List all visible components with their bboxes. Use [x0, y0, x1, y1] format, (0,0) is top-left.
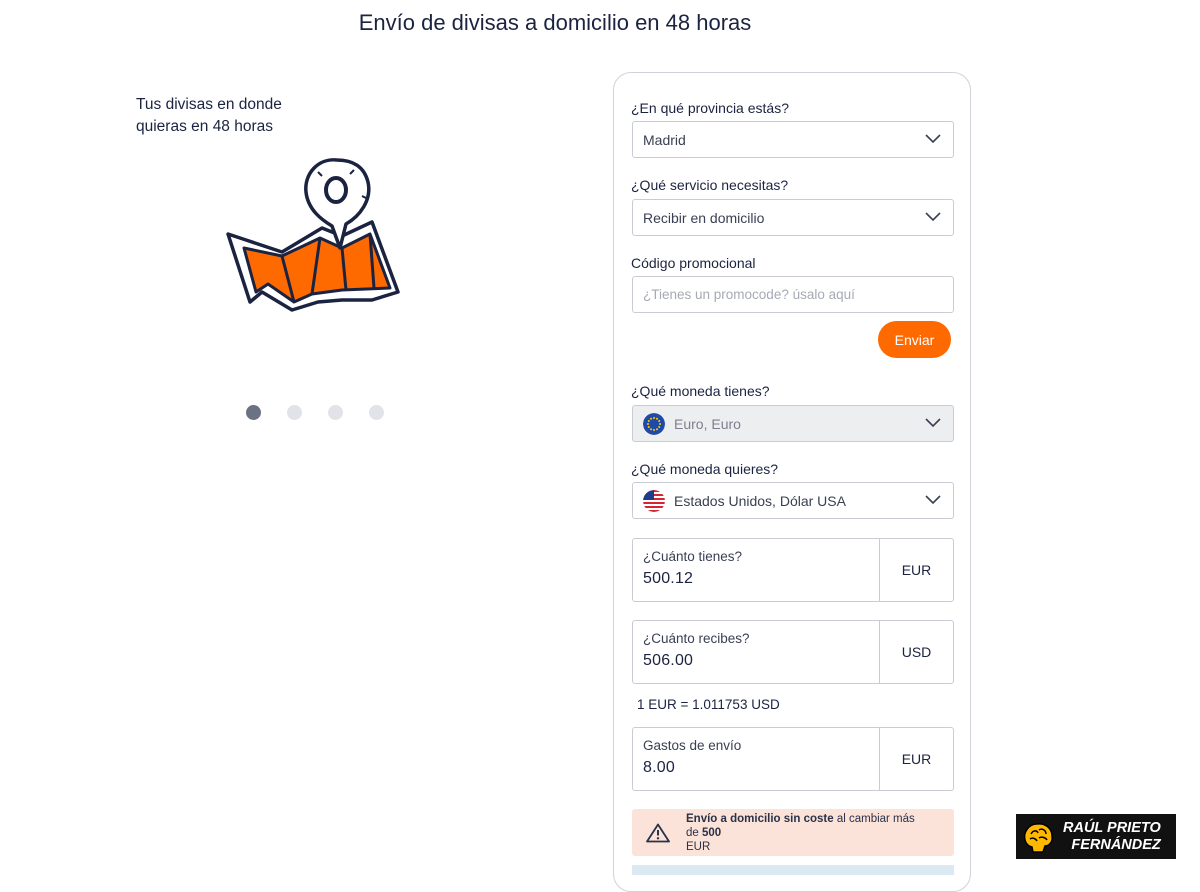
info-strip — [632, 865, 954, 875]
promo-line-1: Tus divisas en donde — [136, 96, 282, 113]
chevron-down-icon — [925, 212, 941, 222]
province-select[interactable]: Madrid — [632, 121, 954, 158]
receive-amount-label: ¿Cuánto recibes? — [643, 631, 750, 646]
receive-amount-currency: USD — [879, 621, 953, 683]
have-currency-value: Euro, Euro — [674, 415, 741, 432]
want-currency-select[interactable]: Estados Unidos, Dólar USA — [632, 482, 954, 519]
have-currency-select[interactable]: Euro, Euro — [632, 405, 954, 442]
warning-icon — [646, 823, 670, 842]
service-select[interactable]: Recibir en domicilio — [632, 199, 954, 236]
promo-text: Tus divisas en donde quieras en 48 horas — [136, 94, 336, 138]
have-currency-label: ¿Qué moneda tienes? — [631, 383, 770, 399]
shipping-currency: EUR — [879, 728, 953, 790]
carousel-dot[interactable] — [246, 405, 261, 420]
receive-amount-value: 506.00 — [643, 652, 694, 669]
have-amount-field: ¿Cuánto tienes? 500.12 EUR — [632, 538, 954, 602]
have-amount-value: 500.12 — [643, 570, 694, 587]
eu-flag-icon — [643, 412, 665, 435]
notice-bold-1: Envío a domicilio sin coste — [686, 812, 834, 825]
shipping-label: Gastos de envío — [643, 738, 742, 753]
want-currency-value: Estados Unidos, Dólar USA — [674, 492, 846, 509]
service-value: Recibir en domicilio — [643, 209, 765, 226]
watermark-line-2: FERNÁNDEZ — [1071, 836, 1161, 853]
carousel-dot[interactable] — [369, 405, 384, 420]
receive-amount-field: ¿Cuánto recibes? 506.00 USD — [632, 620, 954, 684]
promo-code-label: Código promocional — [631, 255, 756, 271]
carousel-dot[interactable] — [287, 405, 302, 420]
notice-text: Envío a domicilio sin coste al cambiar m… — [686, 812, 926, 854]
carousel-dot[interactable] — [328, 405, 343, 420]
have-amount-input[interactable]: ¿Cuánto tienes? 500.12 — [633, 539, 879, 601]
notice-line-2: EUR — [686, 840, 711, 853]
province-value: Madrid — [643, 131, 686, 148]
watermark-logo: RAÚL PRIETO FERNÁNDEZ — [1016, 814, 1176, 859]
exchange-rate: 1 EUR = 1.011753 USD — [637, 697, 780, 712]
shipping-cost: Gastos de envío 8.00 — [633, 728, 879, 790]
chevron-down-icon — [925, 495, 941, 505]
send-promo-button[interactable]: Enviar — [878, 321, 951, 358]
have-amount-currency: EUR — [879, 539, 953, 601]
carousel-dots — [246, 405, 384, 420]
province-label: ¿En qué provincia estás? — [631, 100, 789, 116]
promo-line-2: quieras en 48 horas — [136, 118, 274, 135]
watermark-line-1: RAÚL PRIETO — [1063, 819, 1161, 836]
receive-amount-input[interactable]: ¿Cuánto recibes? 506.00 — [633, 621, 879, 683]
shipping-value: 8.00 — [643, 759, 675, 776]
us-flag-icon — [643, 489, 665, 512]
want-currency-label: ¿Qué moneda quieres? — [631, 461, 779, 477]
watermark-text: RAÚL PRIETO FERNÁNDEZ — [1063, 820, 1161, 854]
have-amount-label: ¿Cuánto tienes? — [643, 549, 743, 564]
service-label: ¿Qué servicio necesitas? — [631, 177, 789, 193]
chevron-down-icon — [925, 134, 941, 144]
notice-bold-2: 500 — [702, 826, 722, 839]
shipping-field: Gastos de envío 8.00 EUR — [632, 727, 954, 791]
brain-logo-icon — [1023, 822, 1053, 853]
map-pin-illustration — [226, 158, 400, 312]
page-title: Envío de divisas a domicilio en 48 horas — [358, 10, 752, 35]
promo-code-input[interactable] — [632, 276, 954, 313]
free-shipping-notice: Envío a domicilio sin coste al cambiar m… — [632, 809, 954, 856]
chevron-down-icon — [925, 418, 941, 428]
